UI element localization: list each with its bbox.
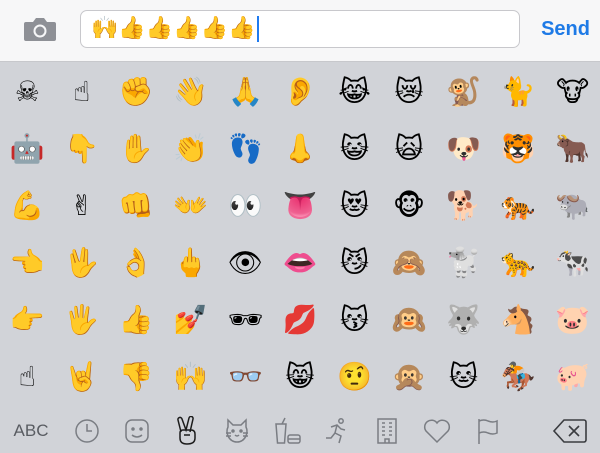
backspace-icon: [552, 419, 587, 443]
emoji-key[interactable]: 😿: [382, 63, 437, 120]
emoji-key[interactable]: 🐄: [545, 234, 600, 291]
emoji-key[interactable]: 🖐: [55, 291, 110, 348]
emoji-key[interactable]: 🤖: [0, 120, 55, 177]
emoji-key[interactable]: 👉: [0, 291, 55, 348]
emoji-key[interactable]: ☝: [0, 348, 55, 405]
runner-icon: [326, 418, 346, 444]
emoji-key[interactable]: 🐅: [491, 177, 546, 234]
emoji-key[interactable]: ✊: [109, 63, 164, 120]
emoji-key[interactable]: 👐: [164, 177, 219, 234]
emoji-key[interactable]: 🙉: [382, 291, 437, 348]
send-button[interactable]: Send: [526, 14, 590, 44]
emoji-key[interactable]: 💪: [0, 177, 55, 234]
emoji-key[interactable]: 👊: [109, 177, 164, 234]
emoji-key[interactable]: 👄: [273, 234, 328, 291]
message-input[interactable]: 🙌👍👍👍👍👍: [80, 10, 520, 48]
emoji-key[interactable]: 🐒: [436, 63, 491, 120]
category-recent-button[interactable]: [62, 409, 112, 453]
emoji-key[interactable]: 🐂: [545, 120, 600, 177]
building-icon: [377, 418, 397, 444]
emoji-key[interactable]: 👈: [0, 234, 55, 291]
heart-icon: [423, 419, 451, 444]
emoji-key[interactable]: 🖖: [55, 234, 110, 291]
category-nature-button[interactable]: [212, 409, 262, 453]
clock-icon: [75, 419, 99, 443]
text-cursor: [257, 16, 260, 42]
category-activity-button[interactable]: [312, 409, 362, 453]
emoji-key[interactable]: 🖕: [164, 234, 219, 291]
emoji-key[interactable]: 🙊: [382, 348, 437, 405]
emoji-key[interactable]: 👣: [218, 120, 273, 177]
emoji-key[interactable]: 🐺: [436, 291, 491, 348]
message-composer-bar: 🙌👍👍👍👍👍 Send: [0, 0, 600, 62]
camera-icon: [24, 18, 56, 41]
abc-keyboard-button[interactable]: ABC: [0, 409, 62, 453]
emoji-key[interactable]: 🐯: [491, 120, 546, 177]
emoji-category-bar: ABC: [0, 409, 600, 453]
emoji-key[interactable]: 🙌: [164, 348, 219, 405]
emoji-key[interactable]: 🙀: [382, 120, 437, 177]
emoji-key[interactable]: 👂: [273, 63, 328, 120]
emoji-key[interactable]: ☝: [55, 63, 110, 120]
camera-button[interactable]: [20, 14, 60, 44]
emoji-key[interactable]: 👋: [164, 63, 219, 120]
emoji-key[interactable]: 👇: [55, 120, 110, 177]
flag-icon: [478, 419, 498, 444]
emoji-grid: ☠ ☝ ✊ 👋 🙏 👂 😹 😿 🐒 🐈 🐮 🤖 👇 ✋ 👏 👣 👃 😺 🙀 🐶 🐯 🐂 💪 ✌ 👊 👐 👀 👅 😻 🐵 🐕 🐅 🐃 👈 🖖 👌 🖕 👁 👄 😼…: [0, 63, 600, 406]
emoji-key[interactable]: 😺: [327, 120, 382, 177]
message-text: 🙌👍👍👍👍👍: [91, 16, 256, 41]
category-flags-button[interactable]: [462, 409, 512, 453]
emoji-key[interactable]: 😽: [327, 291, 382, 348]
emoji-key[interactable]: 🕶: [218, 291, 273, 348]
emoji-key[interactable]: 🐷: [545, 291, 600, 348]
emoji-key[interactable]: 🙈: [382, 234, 437, 291]
emoji-key[interactable]: 🐶: [436, 120, 491, 177]
emoji-key[interactable]: 👏: [164, 120, 219, 177]
emoji-key[interactable]: 👎: [109, 348, 164, 405]
emoji-key[interactable]: 💅: [164, 291, 219, 348]
emoji-key[interactable]: ☠: [0, 63, 55, 120]
emoji-key[interactable]: 🤘: [55, 348, 110, 405]
smiley-icon: [125, 419, 149, 443]
category-food-button[interactable]: [262, 409, 312, 453]
emoji-key[interactable]: 🐕: [436, 177, 491, 234]
emoji-key[interactable]: 👁: [218, 234, 273, 291]
emoji-key[interactable]: 😸: [273, 348, 328, 405]
emoji-key[interactable]: 👍: [109, 291, 164, 348]
emoji-key[interactable]: 👌: [109, 234, 164, 291]
emoji-key[interactable]: 😻: [327, 177, 382, 234]
emoji-key[interactable]: 🐵: [382, 177, 437, 234]
emoji-key[interactable]: 🐈: [491, 63, 546, 120]
category-people-button[interactable]: [162, 409, 212, 453]
cat-icon: [226, 418, 248, 443]
category-smileys-button[interactable]: [112, 409, 162, 453]
category-symbols-button[interactable]: [412, 409, 462, 453]
category-places-button[interactable]: [362, 409, 412, 453]
emoji-key[interactable]: 💋: [273, 291, 328, 348]
emoji-key[interactable]: ✋: [109, 120, 164, 177]
emoji-key[interactable]: 🐮: [545, 63, 600, 120]
emoji-key[interactable]: 🤨: [327, 348, 382, 405]
emoji-key[interactable]: 👃: [273, 120, 328, 177]
emoji-key[interactable]: 🙏: [218, 63, 273, 120]
emoji-key[interactable]: 🐩: [436, 234, 491, 291]
emoji-key[interactable]: 🐃: [545, 177, 600, 234]
emoji-key[interactable]: 😹: [327, 63, 382, 120]
emoji-key[interactable]: 👓: [218, 348, 273, 405]
emoji-key[interactable]: 🐴: [491, 291, 546, 348]
delete-button[interactable]: [540, 409, 600, 453]
cup-icon: [275, 417, 301, 444]
emoji-key[interactable]: 🐖: [545, 348, 600, 405]
emoji-key[interactable]: ✌: [55, 177, 110, 234]
emoji-key[interactable]: 👅: [273, 177, 328, 234]
emoji-key[interactable]: 🐱: [436, 348, 491, 405]
emoji-key[interactable]: 🐆: [491, 234, 546, 291]
emoji-key[interactable]: 😼: [327, 234, 382, 291]
emoji-key[interactable]: 🏇: [491, 348, 546, 405]
emoji-key[interactable]: 👀: [218, 177, 273, 234]
victory-hand-icon: [177, 416, 196, 445]
